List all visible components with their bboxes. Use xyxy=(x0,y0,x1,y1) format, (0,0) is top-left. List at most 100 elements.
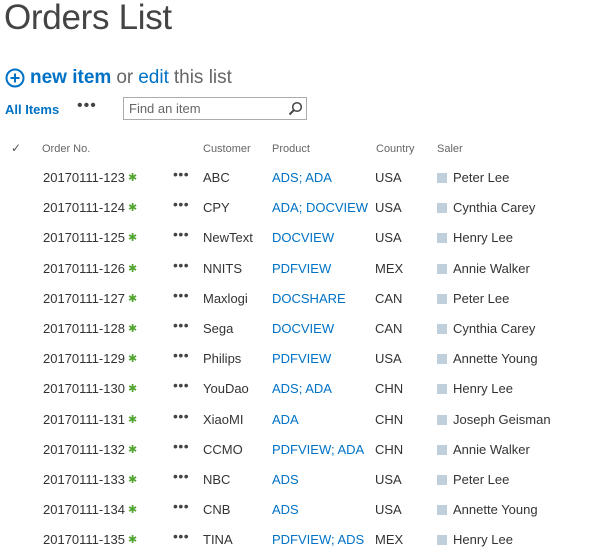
column-header-customer[interactable]: Customer xyxy=(203,143,251,155)
order-no-text[interactable]: 20170111-132 xyxy=(43,442,125,457)
product-cell[interactable]: DOCSHARE xyxy=(272,291,346,306)
order-no-text[interactable]: 20170111-129 xyxy=(43,351,125,366)
order-no-text[interactable]: 20170111-135 xyxy=(43,532,125,547)
row-more-options-button[interactable]: ••• xyxy=(173,498,189,514)
table-row[interactable]: 20170111-131 ✱ ••• XiaoMI ADA CHN Joseph Geism… xyxy=(0,404,589,434)
order-no-text[interactable]: 20170111-131 xyxy=(43,412,125,427)
row-more-options-button[interactable]: ••• xyxy=(173,408,189,424)
order-no-cell[interactable]: 20170111-132 ✱ xyxy=(43,442,137,457)
table-row[interactable]: 20170111-128 ✱ ••• Sega DOCVIEW CAN Cynthia Ca… xyxy=(0,313,589,343)
select-all-check-icon[interactable]: ✓ xyxy=(11,141,21,155)
table-row[interactable]: 20170111-125 ✱ ••• NewText DOCVIEW USA Henry L… xyxy=(0,222,589,252)
product-cell[interactable]: DOCVIEW xyxy=(272,230,334,245)
order-no-text[interactable]: 20170111-123 xyxy=(43,170,125,185)
saler-cell[interactable]: Peter Lee xyxy=(437,170,509,185)
saler-name[interactable]: Annette Young xyxy=(453,351,538,366)
row-more-options-button[interactable]: ••• xyxy=(173,226,189,242)
order-no-cell[interactable]: 20170111-127 ✱ xyxy=(43,291,137,306)
order-no-cell[interactable]: 20170111-135 ✱ xyxy=(43,532,137,547)
table-row[interactable]: 20170111-123 ✱ ••• ABC ADS; ADA USA Peter Lee xyxy=(0,162,589,192)
column-header-order-no[interactable]: Order No. xyxy=(42,143,90,155)
saler-cell[interactable]: Annie Walker xyxy=(437,442,530,457)
edit-list-link[interactable]: edit xyxy=(138,67,169,89)
product-cell[interactable]: PDFVIEW; ADA xyxy=(272,442,364,457)
view-all-items[interactable]: All Items xyxy=(5,102,59,117)
row-more-options-button[interactable]: ••• xyxy=(173,438,189,454)
saler-cell[interactable]: Joseph Geisman xyxy=(437,412,551,427)
saler-name[interactable]: Cynthia Carey xyxy=(453,200,535,215)
plus-circle-icon[interactable] xyxy=(5,68,25,88)
saler-name[interactable]: Annette Young xyxy=(453,502,538,517)
order-no-text[interactable]: 20170111-134 xyxy=(43,502,125,517)
saler-name[interactable]: Henry Lee xyxy=(453,381,513,396)
table-row[interactable]: 20170111-132 ✱ ••• CCMO PDFVIEW; ADA CHN Annie… xyxy=(0,434,589,464)
table-row[interactable]: 20170111-130 ✱ ••• YouDao ADS; ADA CHN Henry L… xyxy=(0,373,589,403)
order-no-cell[interactable]: 20170111-133 ✱ xyxy=(43,472,137,487)
order-no-cell[interactable]: 20170111-126 ✱ xyxy=(43,261,137,276)
product-cell[interactable]: ADS xyxy=(272,472,299,487)
product-cell[interactable]: PDFVIEW; ADS xyxy=(272,532,364,547)
saler-cell[interactable]: Cynthia Carey xyxy=(437,200,535,215)
order-no-text[interactable]: 20170111-126 xyxy=(43,261,125,276)
table-row[interactable]: 20170111-124 ✱ ••• CPY ADA; DOCVIEW USA Cynthi… xyxy=(0,192,589,222)
order-no-cell[interactable]: 20170111-130 ✱ xyxy=(43,381,137,396)
saler-name[interactable]: Henry Lee xyxy=(453,532,513,547)
table-row[interactable]: 20170111-129 ✱ ••• Philips PDFVIEW USA Annette… xyxy=(0,343,589,373)
saler-name[interactable]: Cynthia Carey xyxy=(453,321,535,336)
table-row[interactable]: 20170111-134 ✱ ••• CNB ADS USA Annette Young xyxy=(0,494,589,524)
saler-cell[interactable]: Henry Lee xyxy=(437,230,513,245)
product-cell[interactable]: DOCVIEW xyxy=(272,321,334,336)
column-header-saler[interactable]: Saler xyxy=(437,143,463,155)
search-input[interactable] xyxy=(124,98,294,119)
saler-cell[interactable]: Cynthia Carey xyxy=(437,321,535,336)
row-more-options-button[interactable]: ••• xyxy=(173,287,189,303)
new-item-link[interactable]: new item xyxy=(30,67,111,89)
row-more-options-button[interactable]: ••• xyxy=(173,166,189,182)
saler-cell[interactable]: Henry Lee xyxy=(437,532,513,547)
row-more-options-button[interactable]: ••• xyxy=(173,377,189,393)
product-cell[interactable]: ADA; DOCVIEW xyxy=(272,200,368,215)
order-no-cell[interactable]: 20170111-123 ✱ xyxy=(43,170,137,185)
order-no-text[interactable]: 20170111-125 xyxy=(43,230,125,245)
order-no-cell[interactable]: 20170111-131 ✱ xyxy=(43,412,137,427)
saler-name[interactable]: Henry Lee xyxy=(453,230,513,245)
product-cell[interactable]: ADA xyxy=(272,412,299,427)
order-no-cell[interactable]: 20170111-125 ✱ xyxy=(43,230,137,245)
order-no-cell[interactable]: 20170111-129 ✱ xyxy=(43,351,137,366)
row-more-options-button[interactable]: ••• xyxy=(173,347,189,363)
product-cell[interactable]: ADS; ADA xyxy=(272,381,332,396)
order-no-text[interactable]: 20170111-130 xyxy=(43,381,125,396)
saler-name[interactable]: Peter Lee xyxy=(453,170,509,185)
row-more-options-button[interactable]: ••• xyxy=(173,257,189,273)
column-header-country[interactable]: Country xyxy=(376,143,415,155)
product-cell[interactable]: ADS; ADA xyxy=(272,170,332,185)
saler-cell[interactable]: Annette Young xyxy=(437,502,538,517)
order-no-cell[interactable]: 20170111-124 ✱ xyxy=(43,200,137,215)
order-no-cell[interactable]: 20170111-128 ✱ xyxy=(43,321,137,336)
table-row[interactable]: 20170111-135 ✱ ••• TINA PDFVIEW; ADS MEX Henry… xyxy=(0,524,589,554)
saler-name[interactable]: Peter Lee xyxy=(453,472,509,487)
product-cell[interactable]: PDFVIEW xyxy=(272,351,331,366)
saler-cell[interactable]: Annie Walker xyxy=(437,261,530,276)
row-more-options-button[interactable]: ••• xyxy=(173,468,189,484)
order-no-text[interactable]: 20170111-127 xyxy=(43,291,125,306)
search-icon[interactable] xyxy=(288,101,303,116)
saler-cell[interactable]: Henry Lee xyxy=(437,381,513,396)
saler-name[interactable]: Annie Walker xyxy=(453,442,530,457)
saler-cell[interactable]: Peter Lee xyxy=(437,291,509,306)
saler-cell[interactable]: Annette Young xyxy=(437,351,538,366)
table-row[interactable]: 20170111-127 ✱ ••• Maxlogi DOCSHARE CAN Peter … xyxy=(0,283,589,313)
order-no-text[interactable]: 20170111-133 xyxy=(43,472,125,487)
view-more-options-button[interactable]: ••• xyxy=(77,97,97,115)
order-no-text[interactable]: 20170111-128 xyxy=(43,321,125,336)
order-no-cell[interactable]: 20170111-134 ✱ xyxy=(43,502,137,517)
row-more-options-button[interactable]: ••• xyxy=(173,317,189,333)
saler-cell[interactable]: Peter Lee xyxy=(437,472,509,487)
saler-name[interactable]: Peter Lee xyxy=(453,291,509,306)
column-header-product[interactable]: Product xyxy=(272,143,310,155)
saler-name[interactable]: Annie Walker xyxy=(453,261,530,276)
product-cell[interactable]: ADS xyxy=(272,502,299,517)
table-row[interactable]: 20170111-126 ✱ ••• NNITS PDFVIEW MEX Annie Wal… xyxy=(0,253,589,283)
saler-name[interactable]: Joseph Geisman xyxy=(453,412,551,427)
product-cell[interactable]: PDFVIEW xyxy=(272,261,331,276)
